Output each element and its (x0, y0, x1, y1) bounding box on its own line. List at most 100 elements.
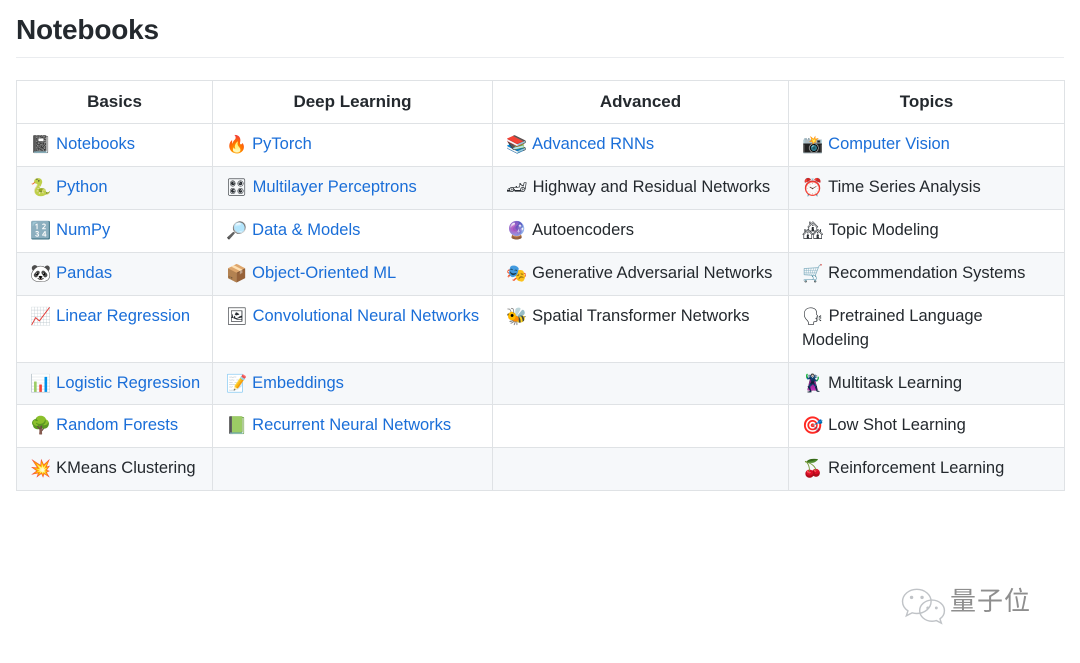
notebook-label: Autoencoders (532, 220, 634, 239)
notebook-link[interactable]: Advanced RNNs (532, 135, 654, 153)
notebook-label: Low Shot Learning (828, 416, 966, 435)
notebook-entry[interactable]: 🌳 Random Forests (30, 414, 201, 438)
package-icon: 📦 (226, 263, 248, 284)
notebook-link[interactable]: Embeddings (252, 374, 344, 392)
table-row: 🌳 Random Forests 📗 Recurrent Neural Network… (16, 404, 1065, 449)
notebook-link[interactable]: Random Forests (56, 416, 178, 434)
notebook-link[interactable]: Computer Vision (828, 135, 950, 153)
masks-icon: 🎭 (506, 263, 528, 284)
table-cell-basics: 🐼 Pandas (16, 251, 213, 296)
racing-car-icon: 🏎 (506, 177, 528, 198)
page-title: Notebooks (16, 14, 159, 45)
notebook-entry: 🎭 Generative Adversarial Networks (506, 262, 777, 286)
notebook-entry[interactable]: 🐍 Python (30, 176, 201, 200)
table-cell-basics: 🔢 NumPy (16, 208, 213, 253)
notebook-entry[interactable]: 📈 Linear Regression (30, 305, 201, 329)
table-header: Basics Deep Learning Advanced Topics (16, 80, 1065, 124)
table-row: 📊 Logistic Regression 📝 Embeddings 🦹 Multita… (16, 361, 1065, 406)
books-icon: 📚 (506, 135, 528, 155)
notebook-entry[interactable]: 🔥 PyTorch (226, 133, 481, 157)
shopping-cart-icon: 🛒 (802, 263, 824, 284)
notebook-entry[interactable]: 📸 Computer Vision (802, 133, 1053, 157)
notebook-link[interactable]: Convolutional Neural Networks (253, 307, 480, 325)
notebook-link[interactable]: Python (56, 178, 107, 196)
notebook-entry[interactable]: 🔎 Data & Models (226, 219, 481, 243)
notebook-link[interactable]: Logistic Regression (56, 374, 200, 392)
table-cell-topics: ⏰ Time Series Analysis (788, 165, 1065, 210)
table-cell-basics: 🐍 Python (16, 165, 213, 210)
notebook-label: Spatial Transformer Networks (532, 306, 750, 325)
table-cell-advanced: 🏎 Highway and Residual Networks (492, 165, 789, 210)
column-header-basics: Basics (16, 80, 213, 124)
notebook-entry[interactable]: 📝 Embeddings (226, 372, 481, 396)
table-cell-advanced (492, 361, 789, 406)
notebook-label: Generative Adversarial Networks (532, 263, 773, 282)
cherries-icon: 🍒 (802, 459, 824, 480)
table-row: 📈 Linear Regression 🖼 Convolutional Neural … (16, 294, 1065, 363)
notebook-entry: 🏎 Highway and Residual Networks (506, 176, 777, 200)
column-header-deep-learning: Deep Learning (212, 80, 493, 124)
table-cell-advanced: 📚 Advanced RNNs (492, 123, 789, 167)
panda-icon: 🐼 (30, 263, 52, 284)
notebook-label: Highway and Residual Networks (532, 177, 771, 196)
notebook-entry: 🔮 Autoencoders (506, 219, 777, 243)
table-cell-deep-learning (212, 447, 493, 492)
notebooks-table: Basics Deep Learning Advanced Topics 📓 No… (16, 80, 1065, 492)
control-knobs-icon: 🎛 (226, 177, 248, 198)
bar-chart-icon: 📊 (30, 373, 52, 394)
table-cell-basics: 💥 KMeans Clustering (16, 447, 213, 492)
chart-up-icon: 📈 (30, 306, 52, 327)
notebook-link[interactable]: Linear Regression (56, 307, 190, 325)
notebook-link[interactable]: PyTorch (252, 135, 312, 153)
table-cell-deep-learning: 📦 Object-Oriented ML (212, 251, 493, 296)
notebook-entry[interactable]: 🐼 Pandas (30, 262, 201, 286)
notebook-entry: 🏘 Topic Modeling (802, 219, 1053, 243)
table-cell-advanced: 🎭 Generative Adversarial Networks (492, 251, 789, 296)
table-cell-basics: 📈 Linear Regression (16, 294, 213, 363)
notebook-entry[interactable]: 📦 Object-Oriented ML (226, 262, 481, 286)
notebook-entry: 🐝 Spatial Transformer Networks (506, 305, 777, 329)
notebook-link[interactable]: Notebooks (56, 135, 135, 153)
notebook-entry: 🍒 Reinforcement Learning (802, 457, 1053, 481)
notebook-entry[interactable]: 📗 Recurrent Neural Networks (226, 414, 481, 438)
collision-icon: 💥 (30, 459, 52, 480)
magnifier-icon: 🔎 (226, 220, 248, 241)
table-row: 🐍 Python 🎛 Multilayer Perceptrons 🏎 Highway a… (16, 165, 1065, 210)
camera-flash-icon: 📸 (802, 135, 824, 155)
notebooks-page: Notebooks Basics Deep Learning Advanced … (0, 12, 1080, 663)
notebook-entry[interactable]: 📓 Notebooks (30, 133, 201, 157)
notebook-entry[interactable]: 📚 Advanced RNNs (506, 133, 777, 157)
notebook-link[interactable]: Data & Models (252, 221, 360, 239)
notebook-icon: 📓 (30, 135, 52, 155)
notebook-link[interactable]: Pandas (56, 264, 112, 282)
notebook-entry[interactable]: 🖼 Convolutional Neural Networks (226, 305, 481, 329)
table-cell-topics: 🛒 Recommendation Systems (788, 251, 1065, 296)
notebook-entry: 🦹 Multitask Learning (802, 372, 1053, 396)
table-header-row: Basics Deep Learning Advanced Topics (16, 80, 1065, 124)
notebook-entry: 🎯 Low Shot Learning (802, 414, 1053, 438)
table-row: 📓 Notebooks 🔥 PyTorch 📚 Advanced RNNs 📸 Compute… (16, 123, 1065, 167)
notebook-entry[interactable]: 🎛 Multilayer Perceptrons (226, 176, 481, 200)
memo-icon: 📝 (226, 373, 248, 394)
notebook-link[interactable]: Object-Oriented ML (252, 264, 396, 282)
notebook-label: Time Series Analysis (828, 177, 981, 196)
table-row: 🐼 Pandas 📦 Object-Oriented ML 🎭 Generative Ad… (16, 251, 1065, 296)
notebook-link[interactable]: NumPy (56, 221, 110, 239)
table-row: 🔢 NumPy 🔎 Data & Models 🔮 Autoencoders 🏘 Topic … (16, 208, 1065, 253)
table-cell-advanced (492, 404, 789, 449)
notebook-entry[interactable]: 📊 Logistic Regression (30, 372, 201, 396)
table-cell-deep-learning: 📝 Embeddings (212, 361, 493, 406)
notebook-label: Recommendation Systems (828, 263, 1026, 282)
notebook-label: Multitask Learning (828, 373, 963, 392)
notebook-link[interactable]: Multilayer Perceptrons (253, 178, 417, 196)
table-cell-topics: 🍒 Reinforcement Learning (788, 447, 1065, 492)
wechat-logo-icon (901, 588, 946, 625)
notebook-entry: ⏰ Time Series Analysis (802, 176, 1053, 200)
notebook-link[interactable]: Recurrent Neural Networks (252, 416, 451, 434)
crystal-ball-icon: 🔮 (506, 220, 528, 241)
watermark-text: 量子位 (950, 587, 1032, 617)
notebook-label: Topic Modeling (828, 220, 939, 239)
notebook-entry[interactable]: 🔢 NumPy (30, 219, 201, 243)
table-cell-deep-learning: 🖼 Convolutional Neural Networks (212, 294, 493, 363)
tree-icon: 🌳 (30, 416, 52, 437)
